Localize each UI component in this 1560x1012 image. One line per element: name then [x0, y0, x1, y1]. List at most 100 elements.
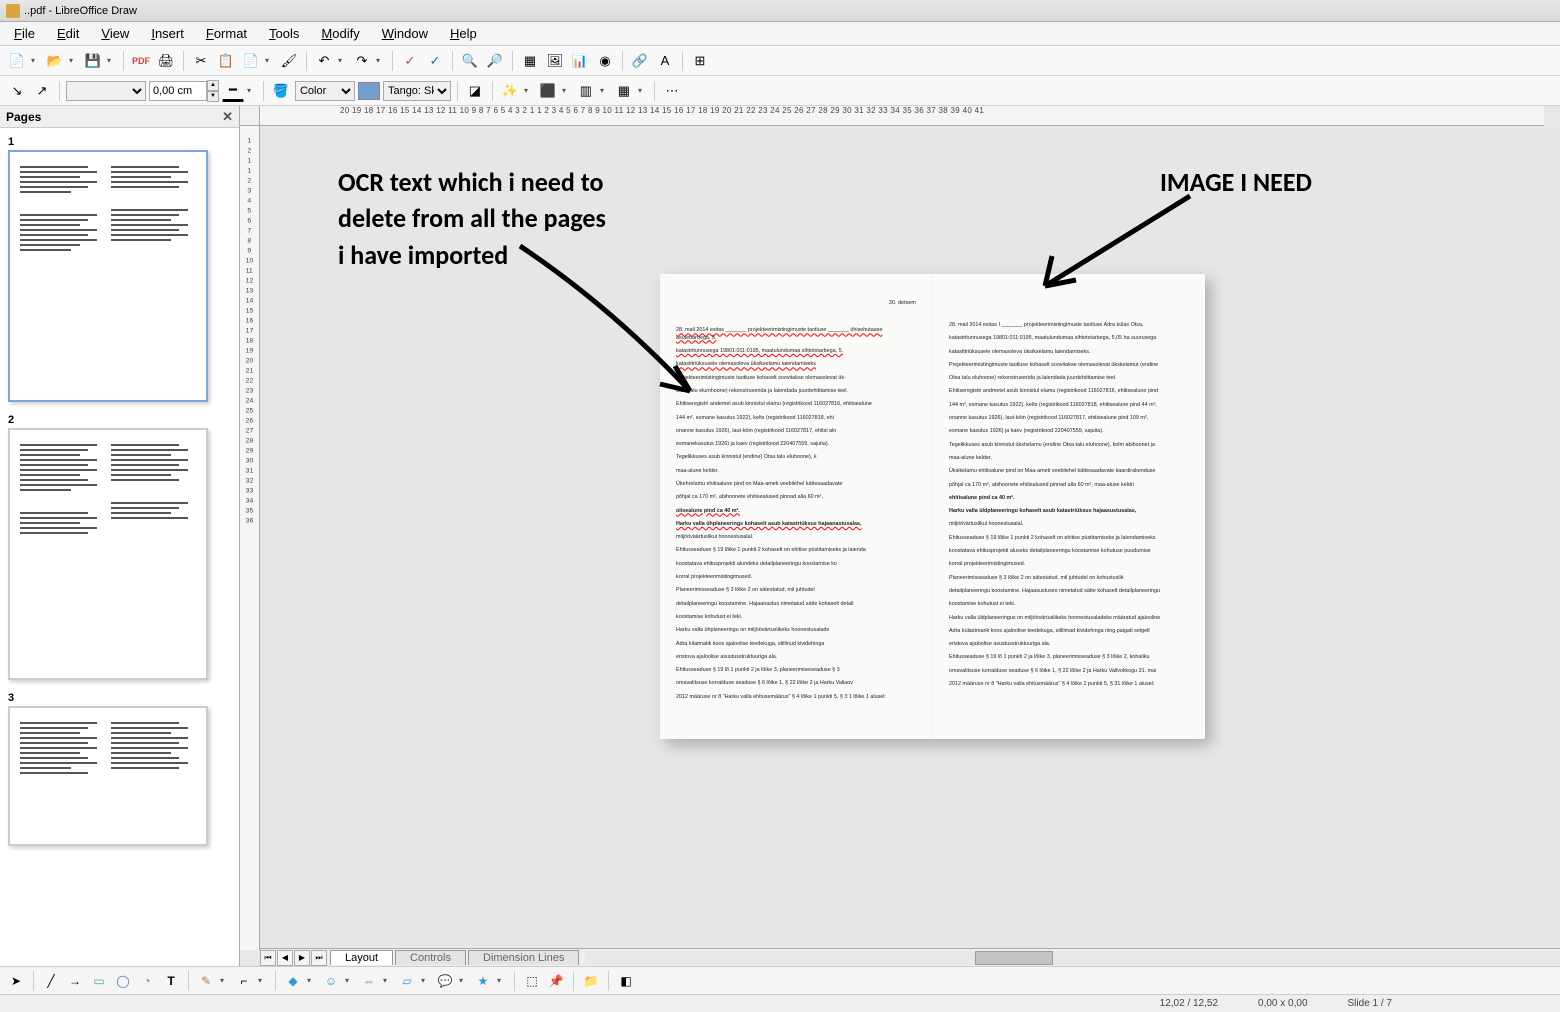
line-arrow-start-button[interactable]: ↘: [6, 80, 28, 102]
status-size: 0,00 x 0,00: [1258, 998, 1307, 1009]
pages-panel: Pages ✕ 1 2 3: [0, 106, 240, 966]
menu-insert[interactable]: Insert: [141, 24, 194, 43]
text-button[interactable]: T: [161, 971, 181, 991]
annotation-image-need: IMAGE I NEED: [1160, 164, 1312, 200]
sector-button[interactable]: ◔: [137, 971, 157, 991]
basic-shapes-button[interactable]: ◆: [283, 971, 303, 991]
line-color-button[interactable]: ━: [222, 80, 244, 102]
fontwork-button[interactable]: A: [654, 50, 676, 72]
pointer-button[interactable]: ➤: [6, 971, 26, 991]
menu-edit[interactable]: Edit: [47, 24, 89, 43]
canvas-area: 20 19 18 17 16 15 14 13 12 11 10 9 8 7 6…: [240, 106, 1560, 966]
redo-button[interactable]: ↷: [351, 50, 373, 72]
print-button[interactable]: 🖨: [155, 50, 177, 72]
stars-button[interactable]: ★: [473, 971, 493, 991]
tab-layout[interactable]: Layout: [330, 950, 393, 965]
paste-button[interactable]: 📄: [240, 50, 262, 72]
tab-dimension-lines[interactable]: Dimension Lines: [468, 950, 579, 965]
page-thumb-3[interactable]: 3: [8, 692, 231, 846]
line-width-spinner[interactable]: ▲▼: [149, 80, 219, 102]
line-button[interactable]: ╱: [41, 971, 61, 991]
statusbar: 12,02 / 12,52 0,00 x 0,00 Slide 1 / 7: [0, 994, 1560, 1012]
ruler-v-marks: 1211234567891011121314151617181920212223…: [240, 136, 259, 525]
spellcheck-button[interactable]: ✓: [399, 50, 421, 72]
rectangle-button[interactable]: ▭: [89, 971, 109, 991]
window-title: ..pdf - LibreOffice Draw: [24, 5, 137, 17]
clone-formatting-button[interactable]: 🖌: [278, 50, 300, 72]
block-arrows-button[interactable]: ⇔: [359, 971, 379, 991]
points-button[interactable]: ⬚: [522, 971, 542, 991]
standard-toolbar: 📄▾ 📂▾ 💾▾ PDF 🖨 ✂ 📋 📄▾ 🖌 ↶▾ ↷▾ ✓ ✓ 🔍 🔎 ▦ …: [0, 46, 1560, 76]
horizontal-scrollbar[interactable]: [585, 951, 1560, 965]
cut-button[interactable]: ✂: [190, 50, 212, 72]
effects-button[interactable]: ✨: [499, 80, 521, 102]
app-icon: [6, 4, 20, 18]
symbol-shapes-button[interactable]: ☺: [321, 971, 341, 991]
tab-first-button[interactable]: ⏮: [260, 950, 276, 966]
tab-last-button[interactable]: ⏭: [311, 950, 327, 966]
page-thumb-1[interactable]: 1: [8, 136, 231, 402]
tab-next-button[interactable]: ▶: [294, 950, 310, 966]
tab-prev-button[interactable]: ◀: [277, 950, 293, 966]
table-button[interactable]: ▦: [519, 50, 541, 72]
menu-modify[interactable]: Modify: [311, 24, 369, 43]
spin-up-icon[interactable]: ▲: [207, 80, 219, 91]
arrow-line-button[interactable]: →: [65, 971, 85, 991]
line-arrow-end-button[interactable]: ↗: [31, 80, 53, 102]
menu-help[interactable]: Help: [440, 24, 487, 43]
page-number: 2: [8, 414, 231, 426]
align-button[interactable]: ⬛: [537, 80, 559, 102]
autospell-button[interactable]: ✓: [424, 50, 446, 72]
scrollbar-thumb[interactable]: [975, 951, 1053, 965]
hyperlink-button[interactable]: 🔗: [629, 50, 651, 72]
object-button[interactable]: ◉: [594, 50, 616, 72]
page-thumb-2[interactable]: 2: [8, 414, 231, 680]
flowchart-button[interactable]: ▱: [397, 971, 417, 991]
chart-button[interactable]: 📊: [569, 50, 591, 72]
ruler-h-marks: 20 19 18 17 16 15 14 13 12 11 10 9 8 7 6…: [340, 106, 984, 115]
menu-view[interactable]: View: [91, 24, 139, 43]
close-icon[interactable]: ✕: [222, 109, 233, 125]
vertical-ruler[interactable]: 1211234567891011121314151617181920212223…: [240, 126, 260, 950]
fill-color-swatch[interactable]: [358, 82, 380, 100]
zoom-button[interactable]: 🔎: [484, 50, 506, 72]
open-doc-button[interactable]: 📂: [44, 50, 66, 72]
horizontal-ruler[interactable]: 20 19 18 17 16 15 14 13 12 11 10 9 8 7 6…: [260, 106, 1544, 126]
copy-button[interactable]: 📋: [215, 50, 237, 72]
image-button[interactable]: 🖼: [544, 50, 566, 72]
tab-controls[interactable]: Controls: [395, 950, 466, 965]
distribute-button[interactable]: ▦: [613, 80, 635, 102]
menu-tools[interactable]: Tools: [259, 24, 309, 43]
extrusion-button[interactable]: ◧: [616, 971, 636, 991]
menu-format[interactable]: Format: [196, 24, 257, 43]
menu-window[interactable]: Window: [372, 24, 438, 43]
from-file-button[interactable]: 📁: [581, 971, 601, 991]
connector-button[interactable]: ⌐: [234, 971, 254, 991]
canvas-viewport[interactable]: OCR text which i need to delete from all…: [260, 126, 1560, 966]
options-button[interactable]: ⋯: [661, 80, 683, 102]
annotation-ocr-text: OCR text which i need to delete from all…: [338, 164, 606, 273]
export-pdf-button[interactable]: PDF: [130, 50, 152, 72]
curve-button[interactable]: ✎: [196, 971, 216, 991]
line-style-select[interactable]: [66, 81, 146, 101]
new-doc-button[interactable]: 📄: [6, 50, 28, 72]
find-replace-button[interactable]: 🔍: [459, 50, 481, 72]
arrange-button[interactable]: ▥: [575, 80, 597, 102]
document-page[interactable]: 30. detsem 28. mail 2014 esitas _______ …: [660, 274, 1205, 739]
shadow-button[interactable]: ◪: [464, 80, 486, 102]
pages-title: Pages: [6, 110, 41, 124]
doc-right-half: 28. mail 2014 esitas I _______ projektee…: [933, 274, 1205, 739]
menu-file[interactable]: File: [4, 24, 45, 43]
glue-button[interactable]: 📌: [546, 971, 566, 991]
palette-select[interactable]: Tango: Sk: [383, 81, 451, 101]
grid-button[interactable]: ⊞: [689, 50, 711, 72]
pages-list[interactable]: 1 2 3: [0, 128, 239, 966]
save-button[interactable]: 💾: [82, 50, 104, 72]
area-fill-button[interactable]: 🪣: [270, 80, 292, 102]
spin-down-icon[interactable]: ▼: [207, 91, 219, 102]
undo-button[interactable]: ↶: [313, 50, 335, 72]
fill-type-select[interactable]: Color: [295, 81, 355, 101]
callout-button[interactable]: 💬: [435, 971, 455, 991]
line-width-input[interactable]: [149, 81, 207, 101]
ellipse-button[interactable]: ◯: [113, 971, 133, 991]
